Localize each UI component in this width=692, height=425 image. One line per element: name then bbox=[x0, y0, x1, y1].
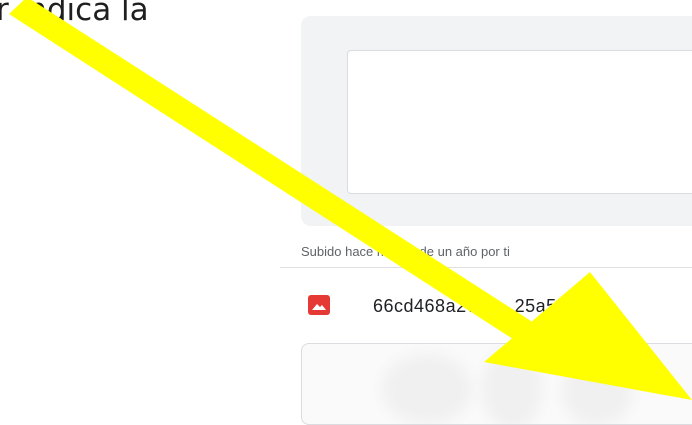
uploaded-info-text: Subido hace menos de un año por ti bbox=[301, 244, 510, 259]
file-preview-thumbnail[interactable] bbox=[347, 50, 692, 194]
image-icon bbox=[308, 295, 330, 315]
file-name[interactable]: 66cd468a2794...25a54f4 bbox=[373, 296, 583, 317]
divider bbox=[280, 267, 692, 268]
caption-text: r indica la bbox=[0, 0, 149, 28]
file-row[interactable]: 66cd468a2794...25a54f4 bbox=[308, 292, 692, 320]
image-thumbnail[interactable] bbox=[301, 343, 692, 425]
